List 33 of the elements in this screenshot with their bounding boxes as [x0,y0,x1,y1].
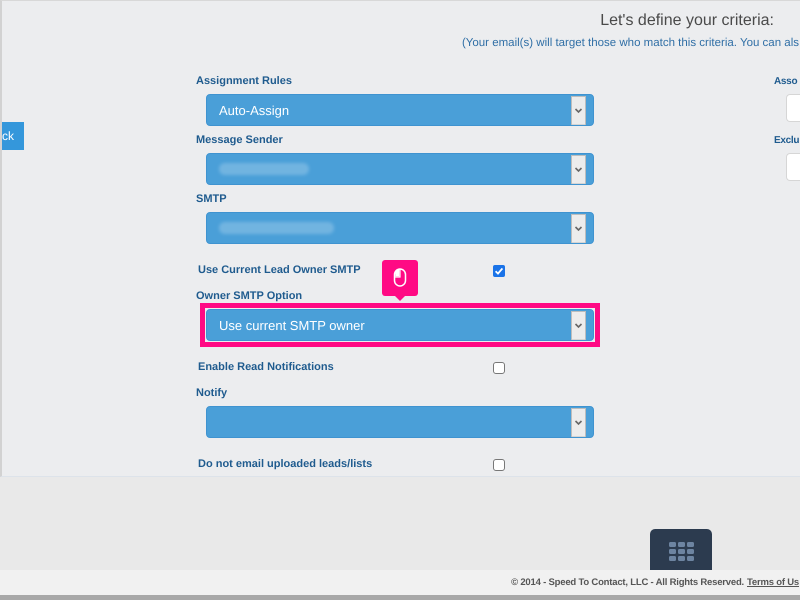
chevron-down-icon [571,96,586,125]
field-label: Asso [774,75,798,88]
mouse-hint-icon [382,260,418,301]
select-field[interactable] [206,153,594,185]
checkbox[interactable] [493,362,505,374]
input-field[interactable] [786,153,800,181]
chevron-down-icon [571,214,586,243]
chevron-down-icon [571,311,586,340]
chevron-down-icon [571,408,586,437]
apps-button[interactable] [650,529,712,570]
chevron-down-icon [571,155,586,184]
field-label: Notify [196,387,228,400]
field-label: SMTP [196,193,228,206]
checkbox-label: Use Current Lead Owner SMTP [197,264,362,277]
checkbox[interactable] [493,458,505,470]
checkbox-label: Enable Read Notifications [197,361,335,374]
grid-icon [668,542,694,561]
page-subtitle: (Your email(s) will target those who match this criteria. You can als [462,36,799,50]
terms-link[interactable]: Terms of Us [747,577,799,588]
copyright-text: © 2014 - Speed To Contact, LLC - All Rights Reserved. [511,577,744,588]
field-label: Message Sender [196,134,284,147]
field-label: Exclu [774,134,800,147]
page-title: Let's define your criteria: [600,12,774,30]
select-field[interactable]: Auto-Assign [206,94,594,126]
back-button[interactable]: ck [2,122,24,150]
field-label: Owner SMTP Option [196,290,304,303]
select-field[interactable] [206,406,594,438]
field-label: Assignment Rules [196,75,293,88]
select-field[interactable]: Use current SMTP owner [206,309,594,341]
select-field[interactable] [206,212,594,244]
checkbox-label: Do not email uploaded leads/lists [197,458,374,471]
checkbox[interactable] [493,264,505,276]
input-field[interactable] [786,94,800,122]
